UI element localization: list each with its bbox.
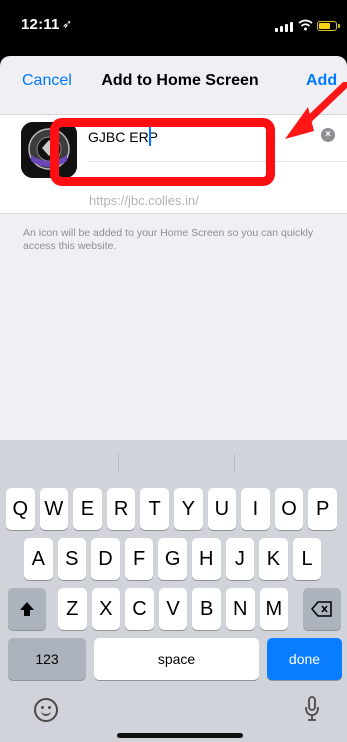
battery-icon	[317, 21, 337, 31]
key-u[interactable]: U	[207, 488, 237, 530]
key-n[interactable]: N	[226, 588, 255, 630]
numbers-key[interactable]: 123	[8, 638, 86, 680]
shift-icon	[20, 602, 34, 616]
key-z[interactable]: Z	[58, 588, 87, 630]
status-time: 12:11	[21, 16, 60, 33]
info-note: An icon will be added to your Home Scree…	[23, 227, 314, 252]
key-r[interactable]: R	[106, 488, 136, 530]
status-bar: 12:11 ➶	[0, 0, 347, 56]
delete-key[interactable]	[303, 588, 341, 630]
key-v[interactable]: V	[158, 588, 188, 630]
key-o[interactable]: O	[274, 488, 304, 530]
key-w[interactable]: W	[39, 488, 69, 530]
annotation-highlight-box	[50, 118, 275, 186]
key-t[interactable]: T	[140, 488, 169, 530]
key-a[interactable]: A	[24, 538, 53, 580]
annotation-arrow-icon	[285, 82, 347, 139]
wifi-icon	[298, 19, 313, 31]
key-x[interactable]: X	[91, 588, 121, 630]
done-key[interactable]: done	[267, 638, 342, 680]
key-k[interactable]: K	[259, 538, 288, 580]
backspace-icon	[311, 601, 332, 617]
key-c[interactable]: C	[125, 588, 154, 630]
key-e[interactable]: E	[73, 488, 102, 530]
key-p[interactable]: P	[308, 488, 337, 530]
home-indicator[interactable]	[117, 733, 243, 738]
prediction-bar	[0, 440, 347, 486]
key-h[interactable]: H	[192, 538, 221, 580]
key-q[interactable]: Q	[6, 488, 35, 530]
emoji-icon[interactable]	[34, 698, 58, 722]
signal-icon	[275, 21, 295, 32]
location-arrow-icon: ➶	[62, 17, 73, 31]
key-b[interactable]: B	[192, 588, 221, 630]
key-j[interactable]: J	[225, 538, 255, 580]
space-key[interactable]: space	[94, 638, 259, 680]
key-s[interactable]: S	[57, 538, 87, 580]
key-f[interactable]: F	[124, 538, 154, 580]
key-d[interactable]: D	[91, 538, 120, 580]
website-url: https://jbc.colles.in/	[89, 193, 199, 208]
key-g[interactable]: G	[158, 538, 187, 580]
shift-key[interactable]	[8, 588, 46, 630]
key-i[interactable]: I	[241, 488, 270, 530]
key-l[interactable]: L	[292, 538, 322, 580]
microphone-icon[interactable]	[304, 696, 320, 722]
key-m[interactable]: M	[259, 588, 289, 630]
key-y[interactable]: Y	[174, 488, 203, 530]
keyboard: QWERTYUIOP ASDFGHJKL ZXCVBNM 123 space d…	[0, 440, 347, 742]
